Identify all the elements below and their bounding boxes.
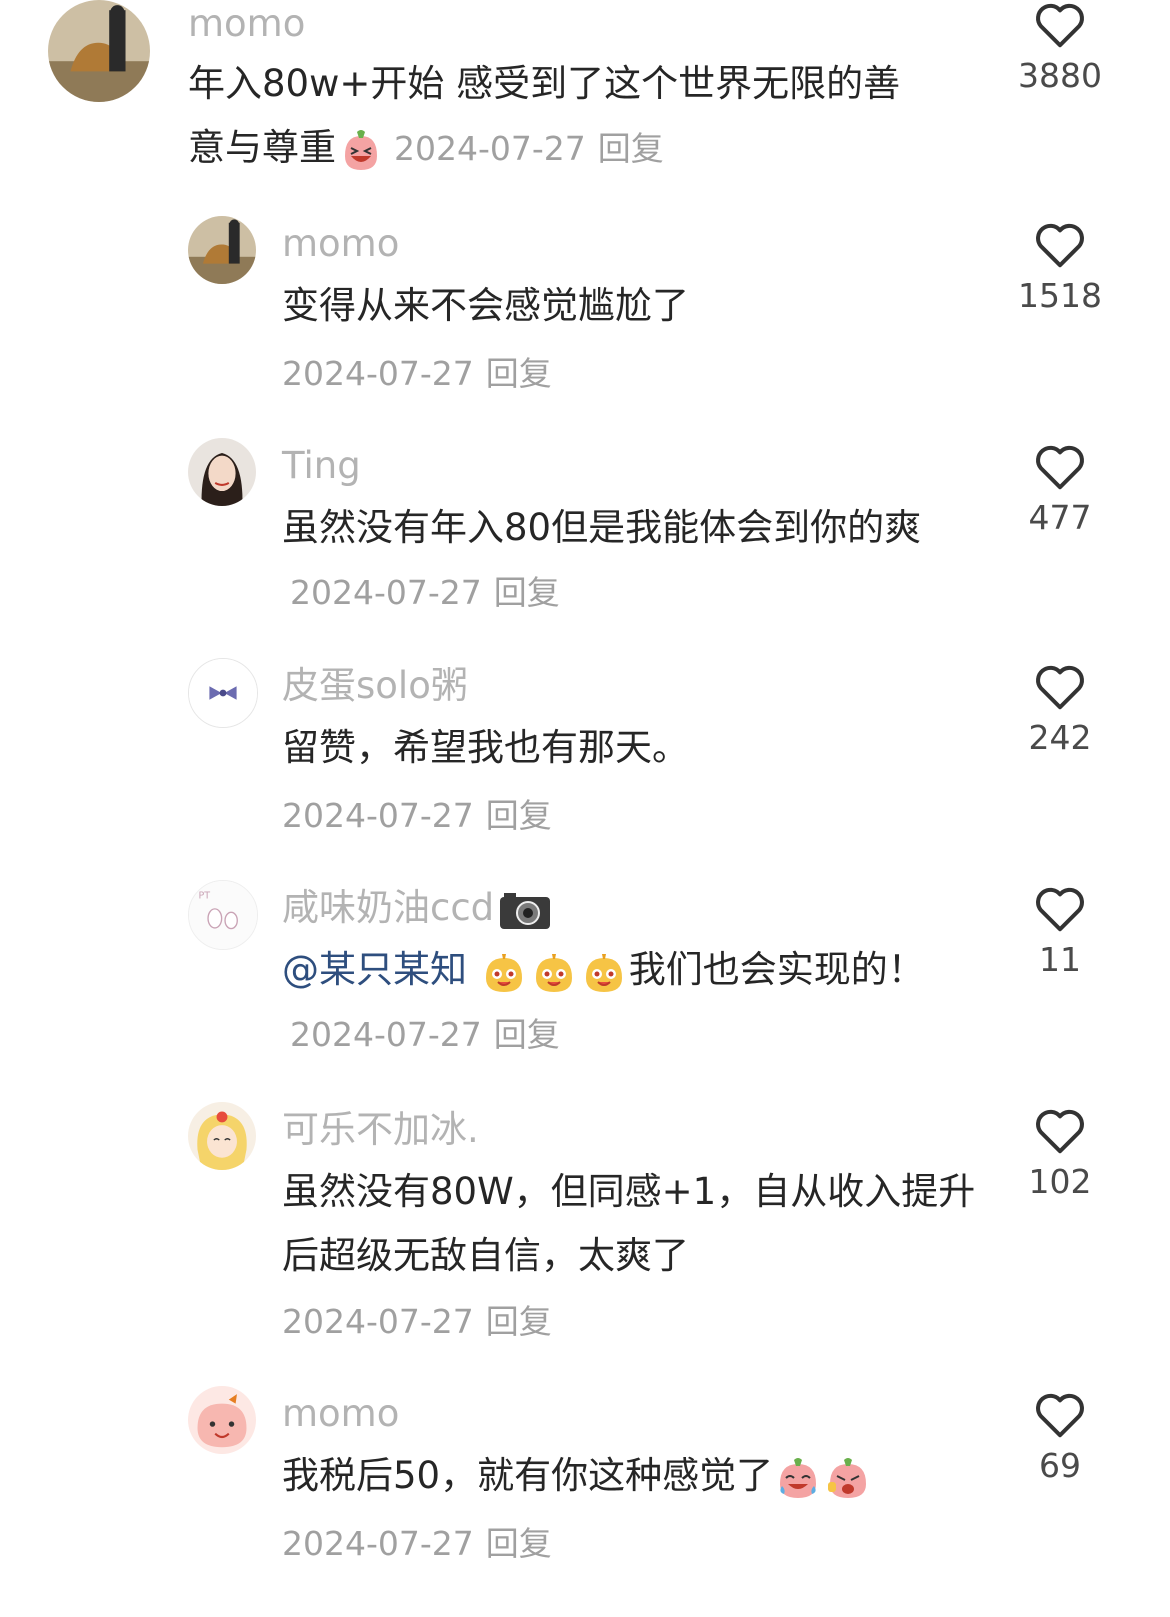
heart-outline-icon	[1036, 445, 1084, 490]
comment-meta: 2024-07-27 回复	[282, 352, 552, 396]
username[interactable]: momo	[188, 2, 305, 46]
avatar[interactable]: PT	[188, 880, 258, 950]
like-button[interactable]: 69	[1000, 1390, 1120, 1488]
svg-text:PT: PT	[199, 891, 211, 902]
avatar[interactable]	[188, 438, 256, 506]
reply-button[interactable]: 回复	[486, 1302, 552, 1341]
comment-text: 我税后50，就有你这种感觉了	[282, 1444, 1002, 1508]
username[interactable]: 咸味奶油ccd	[282, 886, 552, 931]
camera-icon	[498, 889, 552, 931]
comment-meta: 2024-07-27 回复	[282, 794, 552, 838]
comment-date: 2024-07-27	[290, 1015, 482, 1054]
comment-text: 虽然没有80W，但同感+1，自从收入提升后超级无敌自信，太爽了	[282, 1160, 982, 1288]
crying-laughing-emoji-icon	[774, 1454, 822, 1502]
smiling-emoji-icon	[480, 948, 528, 996]
comment-meta: 2024-07-27 回复	[282, 1522, 552, 1566]
like-button[interactable]: 11	[1000, 884, 1120, 982]
avatar[interactable]	[188, 1386, 256, 1454]
like-button[interactable]: 3880	[1000, 0, 1120, 98]
comment-date: 2024-07-27	[282, 354, 474, 393]
comment-text-content: 虽然没有年入80但是我能体会到你的爽	[282, 506, 922, 549]
comment-text: @某只某知 我们也会实现的！ 2024-07-27 回复	[282, 938, 1002, 1067]
comment-date: 2024-07-27	[394, 129, 586, 168]
mention-link[interactable]: @某只某知	[282, 948, 467, 991]
heart-outline-icon	[1036, 1393, 1084, 1438]
smiling-emoji-icon	[530, 948, 578, 996]
like-button[interactable]: 242	[1000, 662, 1120, 760]
username-text: 咸味奶油ccd	[282, 886, 495, 929]
comment-date: 2024-07-27	[282, 1302, 474, 1341]
reply-button[interactable]: 回复	[486, 796, 552, 835]
reply-button[interactable]: 回复	[494, 573, 560, 612]
comment-text-content: 我们也会实现的！	[628, 948, 925, 991]
like-button[interactable]: 102	[1000, 1106, 1120, 1204]
comment-text-content: 虽然没有80W，但同感+1，自从收入提升后超级无敌自信，太爽了	[282, 1170, 976, 1277]
like-count: 242	[1028, 718, 1092, 757]
like-count: 1518	[1018, 276, 1102, 315]
like-button[interactable]: 477	[1000, 442, 1120, 540]
reply-button[interactable]: 回复	[486, 354, 552, 393]
avatar[interactable]	[188, 1102, 256, 1170]
reply-button[interactable]: 回复	[598, 129, 664, 168]
comment-meta: 2024-07-27 回复	[282, 1300, 552, 1344]
heart-outline-icon	[1036, 223, 1084, 268]
username[interactable]: momo	[282, 1392, 399, 1436]
comment-text: 虽然没有年入80但是我能体会到你的爽 2024-07-27 回复	[282, 496, 982, 625]
comment-text-content: 我税后50，就有你这种感觉了	[282, 1454, 774, 1497]
username[interactable]: momo	[282, 222, 399, 266]
heart-outline-icon	[1036, 887, 1084, 932]
like-count: 11	[1039, 940, 1081, 979]
comment-date: 2024-07-27	[282, 796, 474, 835]
heart-outline-icon	[1036, 665, 1084, 710]
username[interactable]: Ting	[282, 444, 361, 488]
comment-text: 年入80w+开始 感受到了这个世界无限的善意与尊重 2024-07-27 回复	[188, 52, 908, 181]
smiling-emoji-icon	[580, 948, 628, 996]
avatar[interactable]	[188, 658, 258, 728]
comment-date: 2024-07-27	[290, 573, 482, 612]
like-count: 102	[1028, 1162, 1092, 1201]
username[interactable]: 皮蛋solo粥	[282, 664, 468, 708]
laughing-emoji-icon	[337, 126, 385, 174]
comment-text-content: 变得从来不会感觉尴尬了	[282, 284, 689, 327]
like-count: 69	[1039, 1446, 1081, 1485]
like-button[interactable]: 1518	[1000, 220, 1120, 318]
comment-text-content: 留赞，希望我也有那天。	[282, 726, 689, 769]
heart-outline-icon	[1036, 3, 1084, 48]
like-count: 3880	[1018, 56, 1102, 95]
avatar[interactable]	[188, 216, 256, 284]
heart-outline-icon	[1036, 1109, 1084, 1154]
comment-text: 变得从来不会感觉尴尬了	[282, 274, 1002, 338]
comment-text: 留赞，希望我也有那天。	[282, 716, 1002, 780]
comment-date: 2024-07-27	[282, 1524, 474, 1563]
shocked-emoji-icon	[824, 1454, 872, 1502]
reply-button[interactable]: 回复	[486, 1524, 552, 1563]
avatar[interactable]	[48, 0, 150, 102]
username[interactable]: 可乐不加冰.	[282, 1108, 479, 1152]
like-count: 477	[1028, 498, 1092, 537]
reply-button[interactable]: 回复	[494, 1015, 560, 1054]
